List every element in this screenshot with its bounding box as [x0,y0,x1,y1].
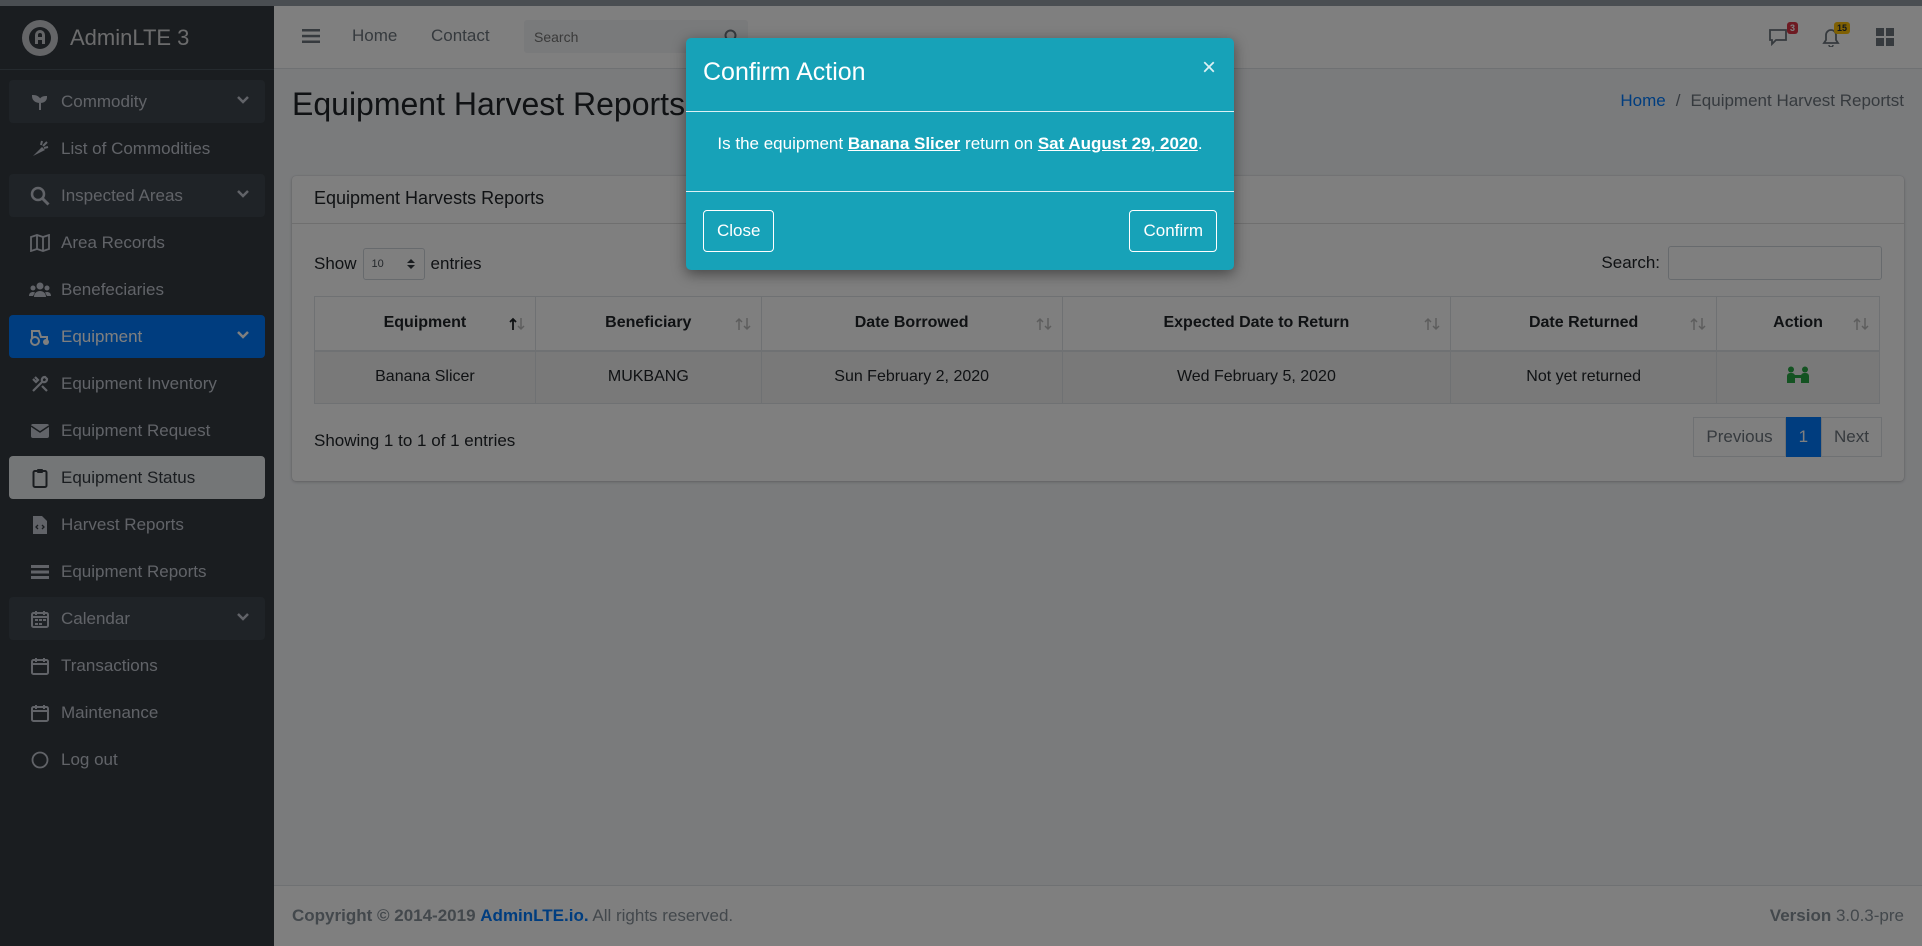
confirm-button[interactable]: Confirm [1129,210,1217,252]
modal-equipment-name: Banana Slicer [847,134,961,153]
top-strip [0,0,1922,6]
modal-text-suffix: . [1197,134,1203,153]
modal-text-mid: return on [965,134,1034,153]
modal-body: Is the equipment Banana Slicer return on… [686,112,1234,192]
close-icon[interactable]: × [1202,56,1216,80]
modal-title: Confirm Action [703,58,866,86]
close-button[interactable]: Close [703,210,775,252]
modal-footer: Close Confirm [686,192,1234,269]
modal-text-prefix: Is the equipment [717,134,844,153]
modal-return-date: Sat August 29, 2020 [1037,134,1198,153]
modal-header: Confirm Action × [686,38,1234,112]
confirm-modal: Confirm Action × Is the equipment Banana… [686,38,1234,270]
